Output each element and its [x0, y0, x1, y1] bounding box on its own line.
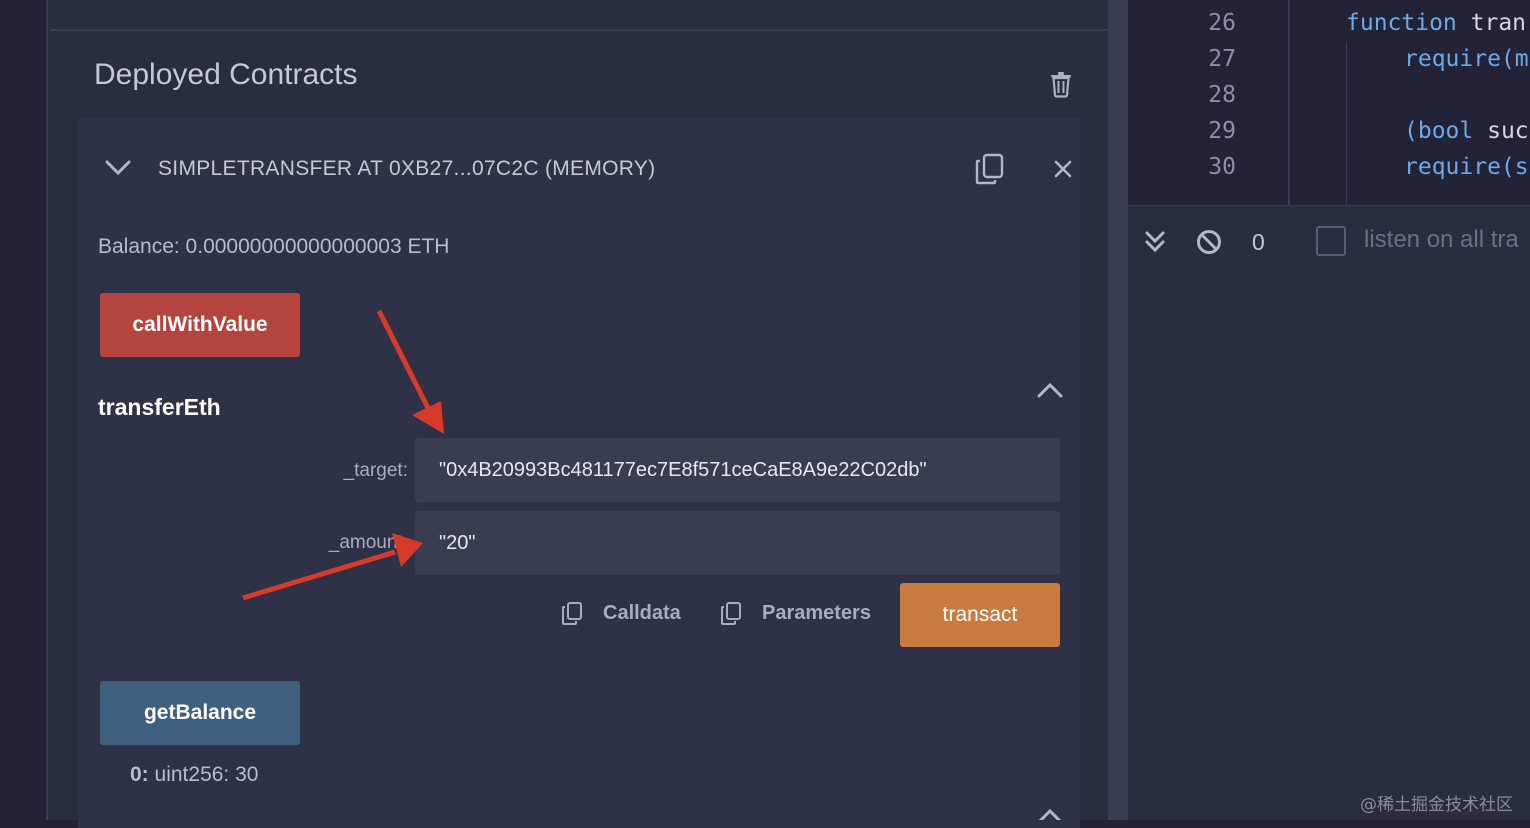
code-line: require(s [1404, 154, 1529, 180]
line-number: 30 [1208, 154, 1236, 180]
code-keyword: (bool [1404, 118, 1474, 144]
code-keyword: function [1346, 10, 1457, 36]
code-text: suc [1473, 118, 1529, 144]
watermark: @稀土掘金技术社区 [1360, 795, 1513, 815]
code-text: m [1514, 46, 1529, 72]
code-line: require(m [1404, 46, 1529, 72]
code-text: tran [1456, 10, 1527, 36]
code-lines-clip: function tran require(m (bool suc requir… [1290, 0, 1530, 205]
code-line: function tran [1346, 10, 1526, 36]
line-number: 29 [1208, 118, 1236, 144]
listen-checkbox[interactable] [1316, 226, 1346, 256]
code-line: (bool suc [1404, 118, 1529, 144]
double-chevron-down-icon[interactable] [1143, 229, 1167, 255]
pending-tx-count: 0 [1252, 229, 1265, 255]
arrow-to-target [376, 309, 433, 414]
listen-label: listen on all tra [1364, 226, 1519, 253]
arrowhead-amount [392, 533, 423, 567]
line-number: 26 [1208, 10, 1236, 36]
code-keyword: require( [1404, 46, 1515, 72]
line-number: 28 [1208, 82, 1236, 108]
line-number: 27 [1208, 46, 1236, 72]
listen-label-clip: listen on all tra [1364, 226, 1530, 260]
arrow-to-amount [242, 549, 396, 601]
code-keyword: require( [1404, 154, 1515, 180]
terminal-output [1128, 274, 1530, 820]
code-text: s [1514, 154, 1529, 180]
clear-console-icon[interactable] [1195, 228, 1223, 256]
